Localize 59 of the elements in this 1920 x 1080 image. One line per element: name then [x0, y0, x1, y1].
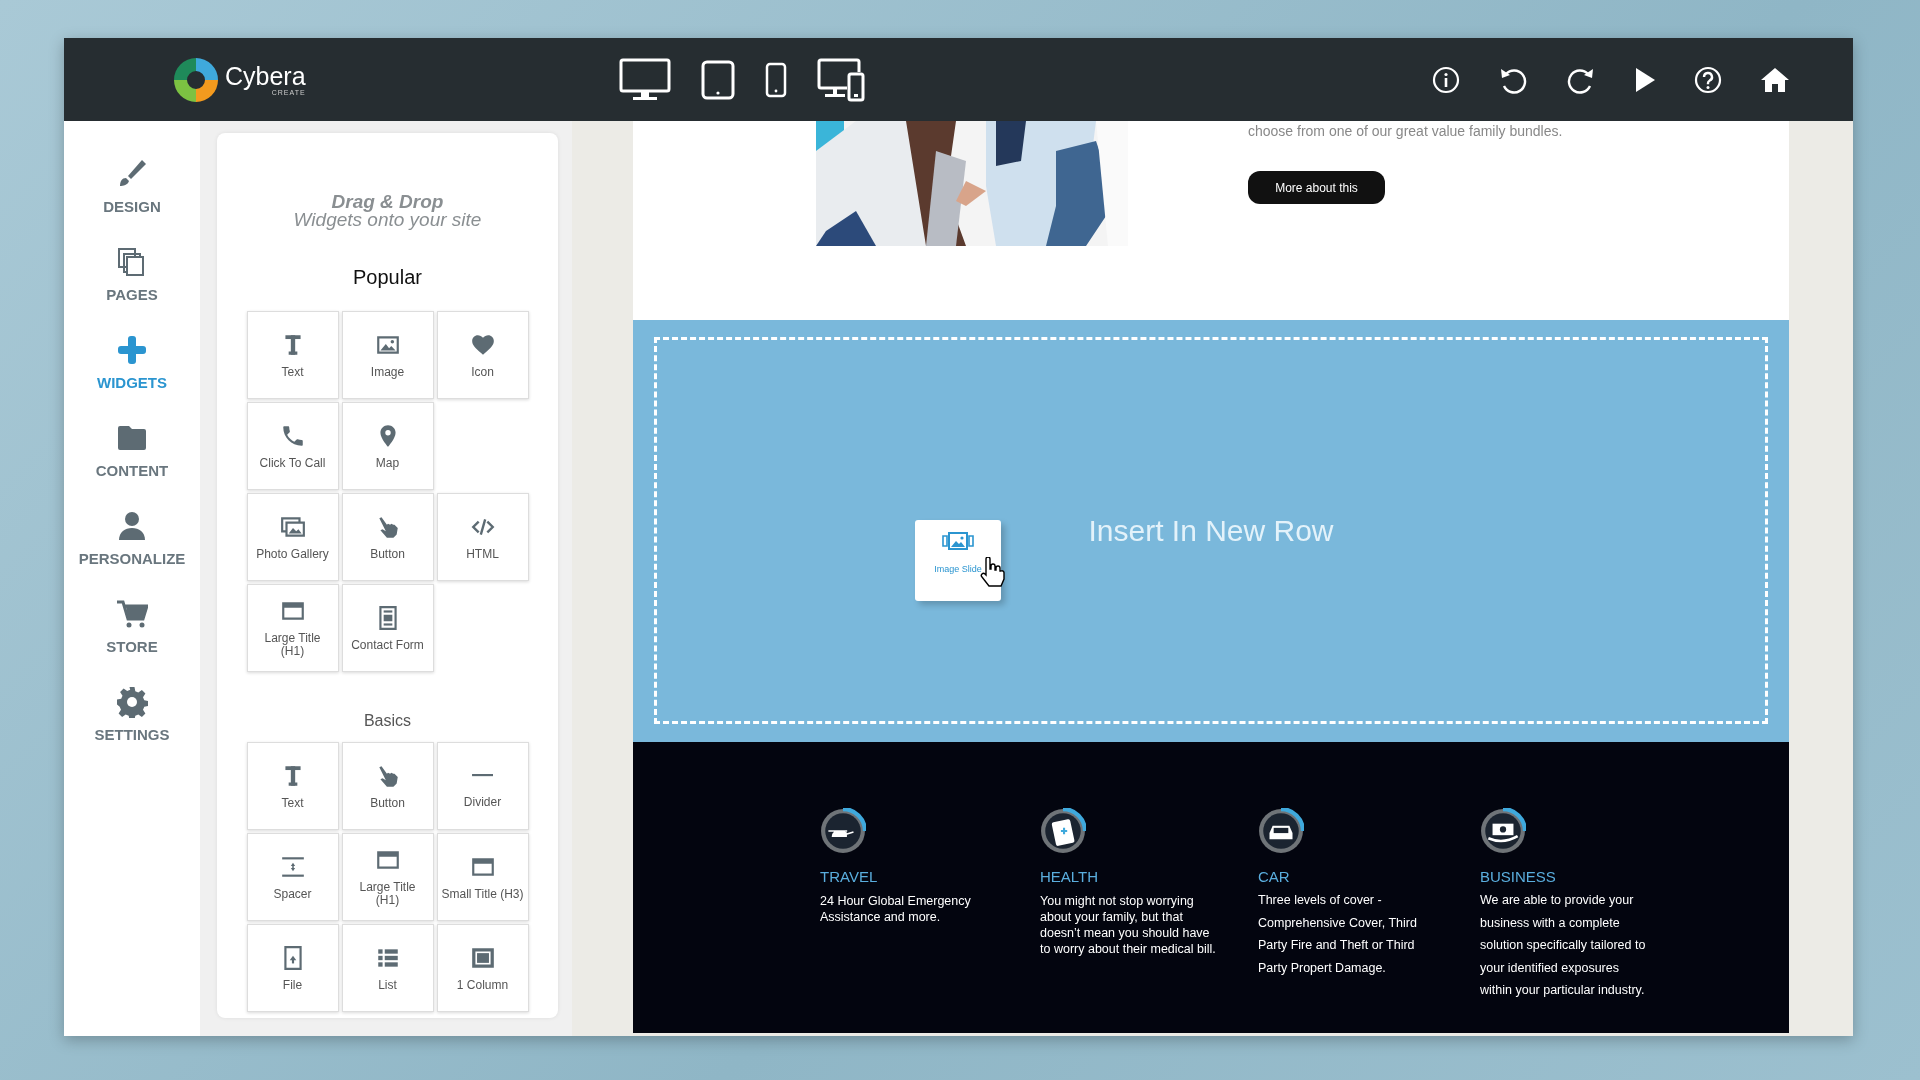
feature-text: You might not stop worrying about your family, but that doesn’t mean you should have to worry about their medical bill. — [1040, 893, 1217, 957]
dragged-widget[interactable]: Image Slide — [915, 520, 1001, 601]
sidebar-item[interactable]: CONTENT — [91, 407, 173, 481]
widget-tile[interactable]: HTML — [436, 493, 529, 581]
widget-tile[interactable]: File — [246, 924, 339, 1012]
widget-tile[interactable]: Text — [246, 311, 339, 399]
widget-tile[interactable]: Button — [341, 742, 434, 830]
sidebar-item[interactable]: STORE — [102, 583, 162, 657]
tablet-icon[interactable] — [701, 59, 735, 100]
widget-tile[interactable]: Photo Gallery — [246, 493, 339, 581]
home-icon[interactable] — [1760, 65, 1790, 94]
desktop-icon[interactable] — [619, 57, 671, 102]
widget-tile[interactable]: 1 Column — [436, 924, 529, 1012]
responsive-devices-icon[interactable] — [817, 57, 865, 102]
cart-icon — [116, 598, 148, 630]
widget-tile[interactable]: Contact Form — [341, 584, 434, 672]
drop-zone[interactable]: Insert In New Row Image Slide — [654, 337, 1768, 724]
drop-zone-label: Insert In New Row — [1088, 513, 1334, 548]
widget-tile[interactable]: Large Title (H1) — [246, 584, 339, 672]
feature-title: CAR — [1258, 868, 1291, 885]
feature-title: TRAVEL — [820, 868, 879, 885]
widget-tile[interactable]: Map — [341, 402, 434, 490]
more-button[interactable]: More about this — [1248, 171, 1385, 204]
widget-tile[interactable]: Text — [246, 742, 339, 830]
panel-heading: Drag & Drop — [330, 193, 445, 211]
widget-tile[interactable]: Divider — [436, 742, 529, 830]
feature-title: HEALTH — [1040, 868, 1100, 885]
play-icon[interactable] — [1634, 66, 1656, 93]
sidebar-item[interactable]: DESIGN — [99, 143, 165, 217]
help-icon[interactable] — [1694, 65, 1722, 94]
section-title: Basics — [363, 712, 412, 730]
feature-text: We are able to provide your business with a complete solution specifically tailored to your identified exposures within your particular industry. — [1480, 892, 1647, 999]
phone-icon[interactable] — [765, 61, 787, 98]
widget-tile[interactable]: Image — [341, 311, 434, 399]
section-title: Popular — [353, 266, 422, 289]
widget-tile[interactable]: Small Title (H3) — [436, 833, 529, 921]
widget-tile[interactable]: Button — [341, 493, 434, 581]
info-icon[interactable] — [1432, 65, 1460, 94]
money-hand-icon — [1480, 808, 1526, 854]
widget-tile[interactable]: Click To Call — [246, 402, 339, 490]
clipboard-icon — [1040, 808, 1086, 854]
image-slider-icon — [942, 532, 974, 550]
person-icon — [116, 510, 148, 542]
plus-icon — [116, 334, 148, 366]
logo-text: Cybera — [225, 63, 306, 89]
feature-text: 24 Hour Global Emergency Assistance and more. — [820, 893, 972, 925]
sidebar-item[interactable]: PAGES — [102, 231, 162, 305]
widget-tile[interactable]: List — [341, 924, 434, 1012]
widget-tile[interactable]: Spacer — [246, 833, 339, 921]
divider-icon — [471, 774, 494, 777]
widget-tile[interactable]: Icon — [436, 311, 529, 399]
feature-text: Three levels of cover - Comprehensive Cover, Third Party Fire and Theft or Third Party Propert Damage. — [1258, 892, 1418, 977]
sidebar-item[interactable]: SETTINGS — [90, 671, 174, 745]
settings-icon — [116, 686, 148, 718]
intro-text: choose from one of our great value family bundles. — [1248, 123, 1563, 139]
car-icon — [1258, 808, 1304, 854]
sidebar-item[interactable]: PERSONALIZE — [74, 495, 190, 569]
widget-tile[interactable]: Large Title (H1) — [341, 833, 434, 921]
feature-title: BUSINESS — [1480, 868, 1557, 885]
